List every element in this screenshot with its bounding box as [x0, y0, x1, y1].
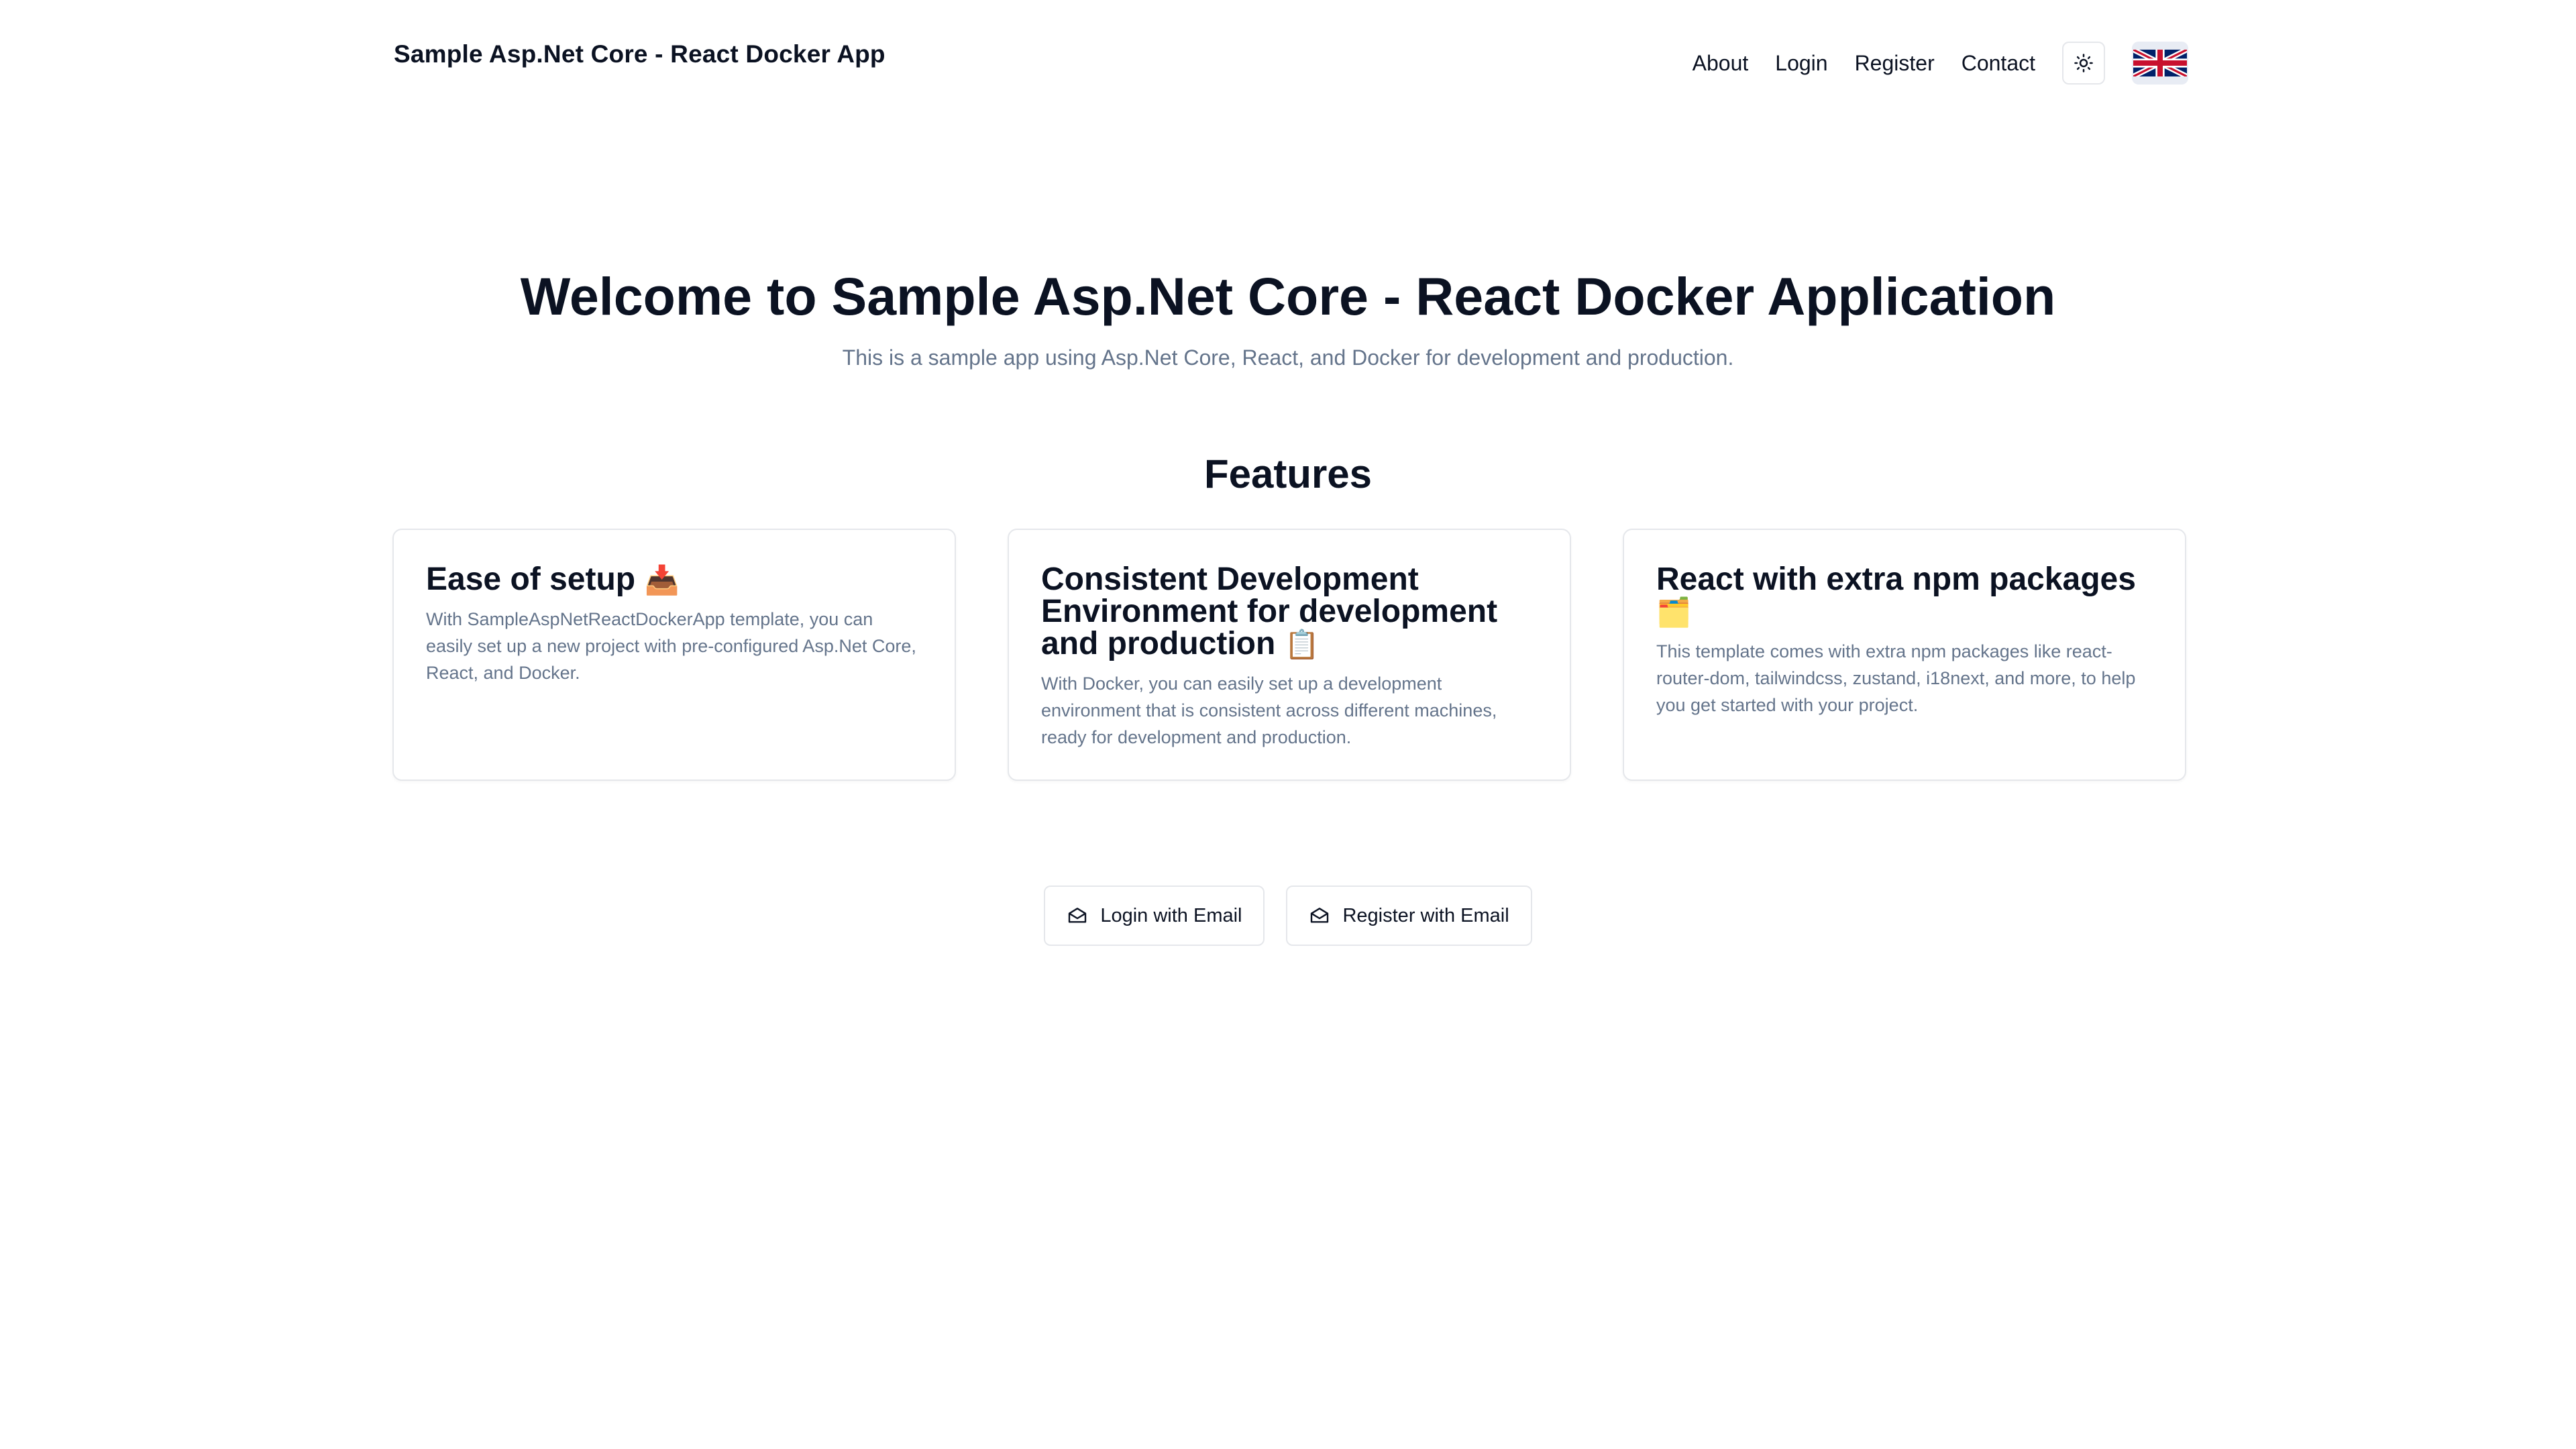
- card-index-dividers-icon: 🗂️: [1656, 596, 1692, 629]
- uk-flag-icon: [2133, 50, 2187, 76]
- feature-card-title: Consistent Development Environment for d…: [1041, 561, 1498, 661]
- register-with-email-button[interactable]: Register with Email: [1286, 885, 1532, 946]
- feature-card: Consistent Development Environment for d…: [1008, 529, 1571, 781]
- clipboard-icon: 📋: [1284, 628, 1320, 661]
- brand-title[interactable]: Sample Asp.Net Core - React Docker App: [394, 40, 885, 68]
- auth-actions: Login with Email Register with Email: [0, 885, 2576, 946]
- nav-contact[interactable]: Contact: [1962, 51, 2035, 76]
- nav-about[interactable]: About: [1693, 51, 1749, 76]
- login-with-email-label: Login with Email: [1100, 904, 1242, 926]
- feature-card-title: Ease of setup 📥: [426, 561, 680, 597]
- login-with-email-button[interactable]: Login with Email: [1044, 885, 1265, 946]
- feature-card-description: This template comes with extra npm packa…: [1656, 641, 2136, 715]
- feature-card: Ease of setup 📥 With SampleAspNetReactDo…: [392, 529, 956, 781]
- page: Sample Asp.Net Core - React Docker App A…: [0, 0, 2576, 1449]
- top-nav: About Login Register Contact: [1693, 42, 2188, 85]
- mail-open-icon: [1069, 908, 1087, 923]
- language-button[interactable]: [2132, 42, 2188, 85]
- register-with-email-label: Register with Email: [1342, 904, 1509, 926]
- mail-open-icon: [1311, 908, 1329, 923]
- nav-register[interactable]: Register: [1855, 51, 1935, 76]
- feature-card: React with extra npm packages 🗂️ This te…: [1623, 529, 2186, 781]
- feature-card-description: With SampleAspNetReactDockerApp template…: [426, 609, 916, 683]
- hero-subtitle: This is a sample app using Asp.Net Core,…: [842, 345, 1734, 370]
- sun-icon: [2074, 54, 2093, 72]
- inbox-tray-icon: 📥: [644, 564, 680, 596]
- feature-card-description: With Docker, you can easily set up a dev…: [1041, 674, 1497, 747]
- hero-title: Welcome to Sample Asp.Net Core - React D…: [520, 266, 2056, 326]
- feature-card-title: React with extra npm packages 🗂️: [1656, 561, 2136, 629]
- nav-login[interactable]: Login: [1775, 51, 1827, 76]
- theme-toggle-button[interactable]: [2062, 42, 2105, 85]
- features-heading: Features: [1203, 451, 1373, 496]
